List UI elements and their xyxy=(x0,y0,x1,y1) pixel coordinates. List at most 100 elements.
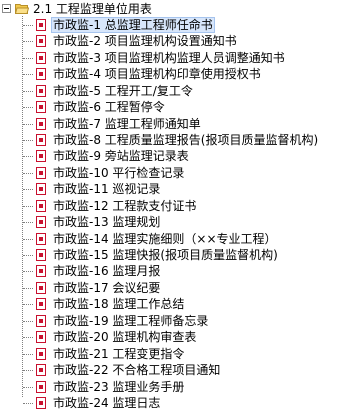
tree-branch-line xyxy=(23,140,33,141)
document-icon xyxy=(36,117,46,130)
tree-branch-line xyxy=(23,370,33,371)
tree-item[interactable]: 市政监-23 监理业务手册 xyxy=(0,379,345,395)
document-icon xyxy=(36,216,46,229)
tree-branch-line xyxy=(23,320,33,322)
document-icon xyxy=(36,331,46,344)
tree-item-label: 市政监-13 监理规划 xyxy=(53,215,161,230)
tree-branch-line xyxy=(23,386,33,388)
tree-item-label: 市政监-12 工程款支付证书 xyxy=(53,198,197,213)
tree-item[interactable]: 市政监-16 监理月报 xyxy=(0,263,345,279)
tree-item[interactable]: 市政监-10 平行检查记录 xyxy=(0,165,345,181)
tree-item[interactable]: 市政监-12 工程款支付证书 xyxy=(0,198,345,214)
tree-branch-line xyxy=(23,172,33,174)
tree-item[interactable]: 市政监-3 项目监理机构监理人员调整通知书 xyxy=(0,50,345,66)
tree-branch-line xyxy=(23,74,33,76)
tree-item[interactable]: 市政监-19 监理工程师备忘录 xyxy=(0,313,345,329)
tree-branch-line xyxy=(23,255,33,256)
document-icon xyxy=(36,249,46,261)
tree-item[interactable]: 市政监-4 项目监理机构印章使用授权书 xyxy=(0,66,345,82)
tree-branch-line xyxy=(23,205,33,207)
document-icon xyxy=(36,347,46,360)
tree-item[interactable]: 市政监-7 监理工程师通知单 xyxy=(0,116,345,132)
tree-item-label: 市政监-17 会议纪要 xyxy=(53,280,161,295)
tree-view: 2.1 工程监理单位用表 市政监-1 总监理工程师任命书 市政监-2 项目监理机构… xyxy=(0,0,345,410)
tree-root-label: 2.1 工程监理单位用表 xyxy=(33,2,152,16)
document-icon xyxy=(36,166,46,179)
tree-item[interactable]: 市政监-2 项目监理机构设置通知书 xyxy=(0,33,345,49)
document-icon xyxy=(36,51,46,64)
tree-branch-line xyxy=(23,189,33,191)
tree-item[interactable]: 市政监-21 工程变更指令 xyxy=(0,346,345,362)
tree-branch-line xyxy=(23,57,33,59)
tree-item[interactable]: 市政监-11 巡视记录 xyxy=(0,181,345,197)
tree-branch-line xyxy=(23,271,33,273)
tree-item-label: 市政监-14 监理实施细则（××专业工程） xyxy=(53,231,277,246)
tree-item[interactable]: 市政监-18 监理工作总结 xyxy=(0,296,345,312)
document-icon xyxy=(36,199,46,212)
tree-item-label: 市政监-21 工程变更指令 xyxy=(53,346,185,361)
tree-branch-line xyxy=(23,287,33,289)
tree-item-label: 市政监-15 监理快报(报项目质量监督机构) xyxy=(53,248,278,262)
tree-item-label: 市政监-4 项目监理机构印章使用授权书 xyxy=(53,67,261,82)
tree-item[interactable]: 市政监-9 旁站监理记录表 xyxy=(0,148,345,164)
tree-item-label: 市政监-18 监理工作总结 xyxy=(53,297,185,312)
tree-item[interactable]: 市政监-13 监理规划 xyxy=(0,214,345,230)
tree-item[interactable]: 市政监-24 监理日志 xyxy=(0,395,345,411)
document-icon xyxy=(36,364,46,376)
tree-item-label: 市政监-24 监理日志 xyxy=(53,395,161,410)
tree-branch-line xyxy=(23,156,33,158)
document-icon xyxy=(36,265,46,278)
tree-branch-line xyxy=(23,90,33,92)
tree-item[interactable]: 市政监-20 监理机构审查表 xyxy=(0,329,345,345)
tree-item-label: 市政监-1 总监理工程师任命书 xyxy=(51,17,215,33)
document-icon xyxy=(36,298,46,311)
tree-branch-line xyxy=(23,25,33,26)
tree-item-label: 市政监-3 项目监理机构监理人员调整通知书 xyxy=(53,50,285,65)
tree-branch-line xyxy=(23,107,33,109)
tree-item-label: 市政监-6 工程暂停令 xyxy=(53,100,165,115)
tree-item[interactable]: 市政监-15 监理快报(报项目质量监督机构) xyxy=(0,247,345,263)
tree-item[interactable]: 市政监-14 监理实施细则（××专业工程） xyxy=(0,231,345,247)
tree-item-label: 市政监-7 监理工程师通知单 xyxy=(53,116,201,131)
document-icon xyxy=(36,183,46,196)
collapse-toggle-icon[interactable] xyxy=(2,4,11,13)
tree-item-label: 市政监-22 不合格工程项目通知 xyxy=(53,363,221,377)
tree-item[interactable]: 市政监-8 工程质量监理报告(报项目质量监督机构) xyxy=(0,132,345,148)
tree-branch-line xyxy=(23,41,33,43)
tree-item-label: 市政监-19 监理工程师备忘录 xyxy=(53,313,209,328)
tree-branch-line xyxy=(23,222,33,224)
tree-branch-line xyxy=(23,238,33,240)
document-icon xyxy=(36,281,46,294)
document-icon xyxy=(36,150,46,163)
tree-item[interactable]: 市政监-1 总监理工程师任命书 xyxy=(0,17,345,33)
document-icon xyxy=(36,35,46,48)
document-icon xyxy=(36,396,46,409)
tree-branch-line xyxy=(23,353,33,355)
tree-item[interactable]: 市政监-6 工程暂停令 xyxy=(0,99,345,115)
tree-item-label: 市政监-10 平行检查记录 xyxy=(53,165,185,180)
open-folder-icon xyxy=(15,4,29,14)
tree-item-label: 市政监-11 巡视记录 xyxy=(53,182,161,197)
tree-item-label: 市政监-23 监理业务手册 xyxy=(53,379,185,394)
document-icon xyxy=(36,19,46,31)
tree-root-node[interactable]: 2.1 工程监理单位用表 xyxy=(0,0,345,18)
tree-item[interactable]: 市政监-5 工程开工/复工令 xyxy=(0,83,345,99)
tree-item-label: 市政监-9 旁站监理记录表 xyxy=(53,149,189,164)
tree-item[interactable]: 市政监-17 会议纪要 xyxy=(0,280,345,296)
tree-item-label: 市政监-16 监理月报 xyxy=(53,264,161,279)
document-icon xyxy=(36,101,46,114)
tree-item-label: 市政监-2 项目监理机构设置通知书 xyxy=(53,34,237,49)
document-icon xyxy=(36,84,46,97)
document-icon xyxy=(36,134,46,146)
tree-item-label: 市政监-5 工程开工/复工令 xyxy=(53,83,193,98)
document-icon xyxy=(36,232,46,245)
tree-branch-line xyxy=(23,123,33,125)
tree-branch-line xyxy=(23,337,33,339)
document-icon xyxy=(36,68,46,81)
tree-item-label: 市政监-8 工程质量监理报告(报项目质量监督机构) xyxy=(53,133,319,147)
document-icon xyxy=(36,380,46,393)
document-icon xyxy=(36,314,46,327)
tree-branch-line xyxy=(23,304,33,306)
tree-item-label: 市政监-20 监理机构审查表 xyxy=(53,330,197,345)
tree-item[interactable]: 市政监-22 不合格工程项目通知 xyxy=(0,362,345,378)
